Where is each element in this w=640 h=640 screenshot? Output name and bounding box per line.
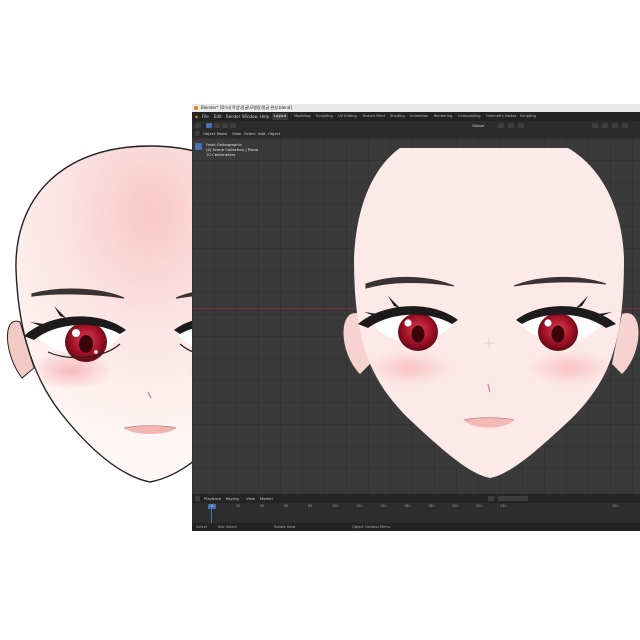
- viewport-header: Object Mode View Select Add Object: [192, 130, 640, 138]
- tab-modeling[interactable]: Modeling: [292, 113, 312, 120]
- tool-mode-button[interactable]: [214, 123, 220, 128]
- overlay-button[interactable]: [592, 123, 598, 128]
- menu-render[interactable]: Render: [226, 113, 240, 120]
- editor-type-button[interactable]: [195, 123, 201, 128]
- tab-shading[interactable]: Shading: [388, 113, 407, 120]
- select-tool-button[interactable]: [206, 123, 212, 128]
- timeline-marker[interactable]: Marker: [260, 495, 273, 502]
- status-select: Select: [196, 525, 208, 529]
- shading-material-button[interactable]: [622, 123, 628, 128]
- 3d-viewport[interactable]: Front Orthographic (0) Scene Collection …: [192, 138, 640, 494]
- tab-layout[interactable]: Layout: [272, 113, 289, 120]
- menu-add[interactable]: Add: [258, 130, 265, 137]
- menu-select[interactable]: Select: [244, 130, 256, 137]
- xray-button[interactable]: [602, 123, 608, 128]
- timeline-header: Playback Keying View Marker: [192, 494, 640, 503]
- tick-label: 160: [404, 504, 411, 508]
- status-bar: Select Box Select Rotate View Object Con…: [192, 523, 640, 531]
- tab-animation[interactable]: Animation: [408, 113, 430, 120]
- timeline-playback[interactable]: Playback: [204, 495, 221, 502]
- tick-label: 240: [500, 504, 507, 508]
- status-rotate-view: Rotate View: [274, 525, 296, 529]
- playhead: [211, 509, 212, 523]
- menu-window[interactable]: Window: [242, 113, 258, 120]
- tab-uv-editing[interactable]: UV Editing: [336, 113, 359, 120]
- face-3d-model[interactable]: [332, 138, 640, 483]
- tick-label: 250: [612, 504, 619, 508]
- tick-label: 180: [428, 504, 435, 508]
- tab-texture-paint[interactable]: Texture Paint: [360, 113, 387, 120]
- scale-info: 10 Centimeters: [206, 152, 236, 157]
- menu-edit[interactable]: Edit: [214, 113, 222, 120]
- tick-label: 100: [332, 504, 339, 508]
- tick-label: 120: [356, 504, 363, 508]
- blender-logo-icon: [194, 106, 198, 110]
- menu-help[interactable]: Help: [260, 113, 269, 120]
- record-button[interactable]: [488, 496, 494, 501]
- mode-select[interactable]: Object Mode: [203, 130, 227, 137]
- blender-menu-icon[interactable]: ◆: [195, 113, 198, 120]
- orientation-select[interactable]: Global: [472, 122, 484, 129]
- playback-controls[interactable]: [498, 496, 528, 501]
- pivot-button[interactable]: [498, 123, 504, 128]
- tab-sculpting[interactable]: Sculpting: [314, 113, 335, 120]
- timeline[interactable]: 1 20 40 60 80 100 120 140 160 180 200 22…: [192, 503, 640, 523]
- tick-label: 200: [452, 504, 459, 508]
- blender-window: Blender* [D:\내 작업\얼굴\모델링\얼굴 완성.blend] ◆ …: [192, 104, 640, 531]
- cursor-tool-icon[interactable]: [195, 143, 202, 150]
- tool-mode-button-2[interactable]: [222, 123, 228, 128]
- status-box-select: Box Select: [218, 525, 237, 529]
- proportional-button[interactable]: [518, 123, 524, 128]
- snap-button[interactable]: [508, 123, 514, 128]
- status-context-menu: Object Context Menu: [352, 525, 390, 529]
- tick-label: 40: [260, 504, 265, 508]
- tick-label: 60: [284, 504, 289, 508]
- tick-label: 140: [380, 504, 387, 508]
- view-type-icon[interactable]: [195, 131, 200, 136]
- tab-scripting[interactable]: Scripting: [518, 113, 538, 120]
- menu-bar: ◆ File Edit Render Window Help Layout Mo…: [192, 112, 640, 121]
- tick-label: 80: [308, 504, 313, 508]
- tick-label: 220: [476, 504, 483, 508]
- window-title: Blender* [D:\내 작업\얼굴\모델링\얼굴 완성.blend]: [201, 105, 292, 110]
- tab-geometry-nodes[interactable]: Geometry Nodes: [484, 113, 518, 120]
- menu-file[interactable]: File: [202, 113, 209, 120]
- timeline-keying[interactable]: Keying: [226, 495, 239, 502]
- tick-label: 20: [236, 504, 241, 508]
- tab-rendering[interactable]: Rendering: [432, 113, 454, 120]
- tab-compositing[interactable]: Compositing: [456, 113, 483, 120]
- shading-solid-button[interactable]: [612, 123, 618, 128]
- tool-mode-button-3[interactable]: [230, 123, 236, 128]
- menu-view[interactable]: View: [232, 130, 241, 137]
- title-bar: Blender* [D:\내 작업\얼굴\모델링\얼굴 완성.blend]: [192, 104, 640, 112]
- menu-object[interactable]: Object: [268, 130, 280, 137]
- timeline-editor-icon[interactable]: [195, 496, 200, 501]
- timeline-view[interactable]: View: [246, 495, 255, 502]
- 3d-cursor-icon: [484, 338, 494, 348]
- current-frame-indicator[interactable]: 1: [208, 504, 216, 509]
